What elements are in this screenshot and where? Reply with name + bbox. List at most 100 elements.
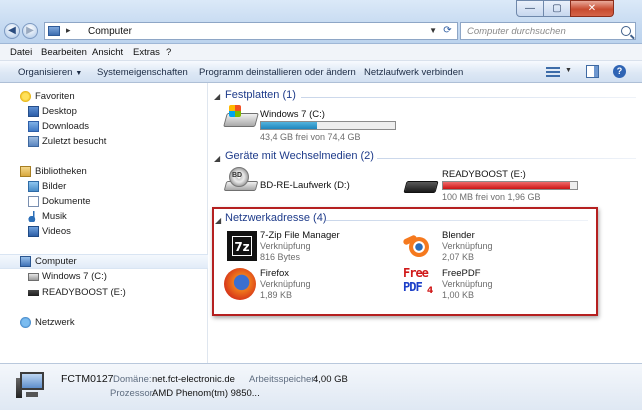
nav-label: Desktop bbox=[42, 106, 77, 117]
desktop-icon bbox=[28, 106, 39, 117]
menu-edit[interactable]: Bearbeiten bbox=[41, 47, 87, 58]
memory-value: 4,00 GB bbox=[313, 374, 348, 385]
minimize-button[interactable]: — bbox=[516, 0, 544, 17]
network-group-highlight bbox=[212, 207, 598, 316]
nav-drive-c[interactable]: Windows 7 (C:) bbox=[0, 270, 208, 284]
menu-help[interactable]: ? bbox=[166, 47, 171, 58]
nav-label: Musik bbox=[42, 211, 67, 222]
pictures-icon bbox=[28, 181, 39, 192]
drive-name: BD-RE-Laufwerk (D:) bbox=[260, 180, 350, 191]
address-path[interactable]: Computer bbox=[88, 26, 132, 37]
refresh-button[interactable]: ⟳ bbox=[440, 24, 455, 38]
computer-icon bbox=[48, 26, 60, 36]
help-icon[interactable]: ? bbox=[613, 65, 626, 78]
computer-icon bbox=[20, 256, 31, 267]
drive-usage-fill bbox=[443, 182, 571, 189]
domain-label: Domäne: bbox=[113, 374, 152, 385]
nav-label: Videos bbox=[42, 226, 71, 237]
search-placeholder: Computer durchsuchen bbox=[467, 26, 566, 37]
bluray-drive-icon: BD bbox=[223, 167, 259, 193]
documents-icon bbox=[28, 196, 39, 207]
close-button[interactable]: ✕ bbox=[570, 0, 614, 17]
usb-drive-icon bbox=[28, 290, 39, 296]
nav-documents[interactable]: Dokumente bbox=[0, 195, 208, 209]
navigation-pane: Favoriten Desktop Downloads Zuletzt besu… bbox=[0, 83, 208, 363]
nav-label: Bilder bbox=[42, 181, 67, 192]
nav-music[interactable]: Musik bbox=[0, 210, 208, 224]
group-title-hdd[interactable]: Festplatten (1) bbox=[225, 89, 296, 101]
drive-usage-bar bbox=[260, 121, 396, 130]
nav-videos[interactable]: Videos bbox=[0, 225, 208, 239]
nav-label: Netzwerk bbox=[35, 317, 75, 328]
search-input[interactable]: Computer durchsuchen bbox=[460, 22, 636, 40]
title-bar: ◀ ▶ ▸ Computer ▼ ⟳ Computer durchsuchen … bbox=[0, 0, 642, 44]
chevron-down-icon: ▼ bbox=[75, 70, 83, 77]
nav-downloads[interactable]: Downloads bbox=[0, 120, 208, 134]
group-divider bbox=[301, 97, 636, 98]
chevron-right-icon[interactable]: ▸ bbox=[66, 25, 71, 36]
drive-name: READYBOOST (E:) bbox=[442, 169, 526, 180]
refresh-icon: ⟳ bbox=[443, 25, 452, 36]
menu-bar: Datei Bearbeiten Ansicht Extras ? bbox=[0, 44, 642, 61]
hard-drive-icon bbox=[28, 273, 39, 281]
organize-button[interactable]: Organisieren ▼ bbox=[18, 67, 82, 78]
nav-recent[interactable]: Zuletzt besucht bbox=[0, 135, 208, 149]
nav-libraries[interactable]: Bibliotheken bbox=[0, 165, 208, 179]
drive-usage-fill bbox=[261, 122, 318, 129]
back-button[interactable]: ◀ bbox=[4, 23, 20, 39]
chevron-down-icon[interactable]: ▼ bbox=[565, 67, 572, 74]
libraries-icon bbox=[20, 166, 31, 177]
computer-name: FCTM0127 bbox=[61, 373, 114, 385]
nav-label: Computer bbox=[35, 256, 77, 267]
windows-drive-icon bbox=[223, 105, 259, 131]
address-bar[interactable]: ▸ Computer ▼ ⟳ bbox=[44, 22, 458, 40]
maximize-button[interactable]: ▢ bbox=[543, 0, 571, 17]
menu-file[interactable]: Datei bbox=[10, 47, 32, 58]
uninstall-program-button[interactable]: Programm deinstallieren oder ändern bbox=[199, 67, 356, 78]
drive-free-space: 43,4 GB frei von 74,4 GB bbox=[260, 132, 361, 142]
star-icon bbox=[20, 91, 31, 102]
nav-desktop[interactable]: Desktop bbox=[0, 105, 208, 119]
group-divider bbox=[377, 158, 636, 159]
nav-label: Windows 7 (C:) bbox=[42, 271, 107, 282]
music-icon bbox=[28, 211, 39, 222]
nav-drive-e[interactable]: READYBOOST (E:) bbox=[0, 286, 208, 300]
cpu-value: AMD Phenom(tm) 9850... bbox=[152, 388, 260, 399]
views-icon[interactable] bbox=[546, 66, 560, 78]
nav-pictures[interactable]: Bilder bbox=[0, 180, 208, 194]
nav-label: Dokumente bbox=[42, 196, 91, 207]
bd-mark: BD bbox=[232, 172, 243, 179]
collapse-chevron-icon[interactable]: ◢ bbox=[214, 92, 220, 101]
videos-icon bbox=[28, 226, 39, 237]
forward-button[interactable]: ▶ bbox=[22, 23, 38, 39]
nav-label: Bibliotheken bbox=[35, 166, 87, 177]
menu-tools[interactable]: Extras bbox=[133, 47, 160, 58]
system-properties-button[interactable]: Systemeigenschaften bbox=[97, 67, 188, 78]
window-controls: — ▢ ✕ bbox=[516, 0, 638, 17]
details-pane: FCTM0127 Domäne: net.fct-electronic.de A… bbox=[0, 363, 642, 410]
collapse-chevron-icon[interactable]: ◢ bbox=[214, 154, 220, 163]
menu-view[interactable]: Ansicht bbox=[92, 47, 123, 58]
drive-free-space: 100 MB frei von 1,96 GB bbox=[442, 192, 541, 202]
domain-value: net.fct-electronic.de bbox=[152, 374, 235, 385]
computer-icon bbox=[16, 372, 50, 400]
nav-computer[interactable]: Computer bbox=[0, 254, 208, 269]
recent-places-icon bbox=[28, 136, 39, 147]
map-network-drive-button[interactable]: Netzlaufwerk verbinden bbox=[364, 67, 463, 78]
preview-pane-icon[interactable] bbox=[586, 65, 599, 78]
drive-name: Windows 7 (C:) bbox=[260, 109, 325, 120]
command-bar: Organisieren ▼ Systemeigenschaften Progra… bbox=[0, 61, 642, 83]
network-icon bbox=[20, 317, 31, 328]
chevron-down-icon[interactable]: ▼ bbox=[429, 26, 437, 35]
nav-label: Favoriten bbox=[35, 91, 75, 102]
organize-label: Organisieren bbox=[18, 67, 73, 78]
downloads-icon bbox=[28, 121, 39, 132]
drive-usage-bar bbox=[442, 181, 578, 190]
nav-label: READYBOOST (E:) bbox=[42, 287, 126, 298]
nav-label: Downloads bbox=[42, 121, 89, 132]
nav-network[interactable]: Netzwerk bbox=[0, 316, 208, 330]
nav-favorites[interactable]: Favoriten bbox=[0, 90, 208, 104]
cpu-label: Prozessor: bbox=[110, 388, 156, 399]
group-title-removable[interactable]: Geräte mit Wechselmedien (2) bbox=[225, 150, 374, 162]
search-icon[interactable] bbox=[621, 26, 631, 36]
